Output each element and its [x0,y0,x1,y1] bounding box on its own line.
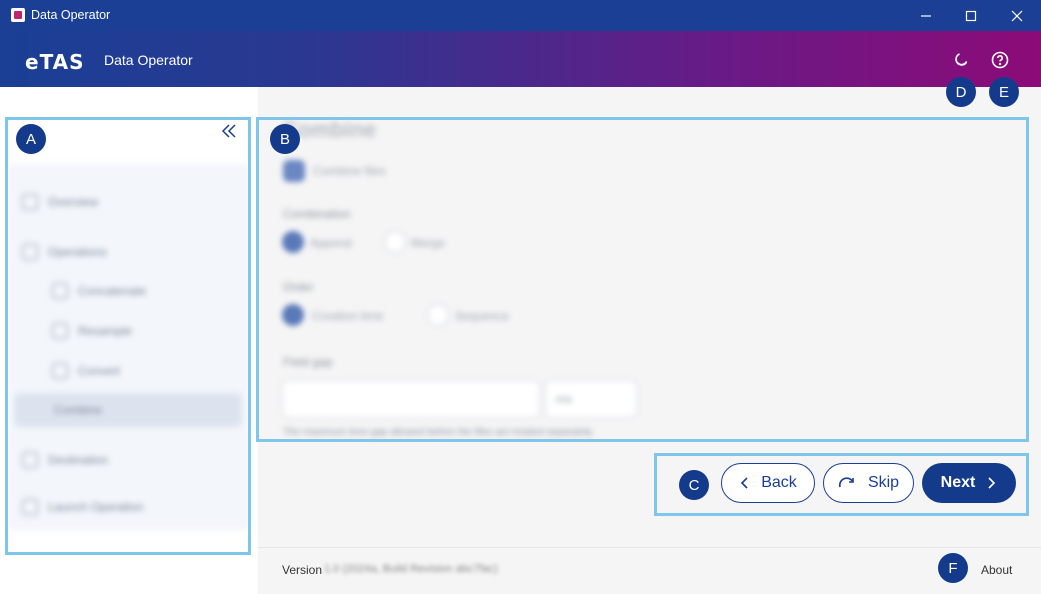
marker-f: F [938,553,968,583]
version-label: Version [282,563,323,577]
etas-logo: eTAS [25,50,85,74]
marker-b: B [270,124,300,154]
maximize-button[interactable] [948,0,994,31]
marker-d: D [946,77,976,107]
help-icon [991,51,1009,69]
maximize-icon [965,10,977,21]
dark-mode-button[interactable] [949,48,973,72]
marker-a: A [16,124,46,154]
highlight-content [256,117,1029,442]
moon-icon [955,53,968,66]
app-icon [11,8,25,22]
marker-e: E [989,77,1019,107]
version-value: 1.0 (2024a, Build Revision abc7fac) [324,563,498,575]
close-button[interactable] [994,0,1040,31]
close-icon [1011,10,1023,21]
highlight-sidebar [5,117,251,555]
about-link[interactable]: About [981,563,1012,577]
window-title: Data Operator [31,8,111,22]
help-button[interactable] [988,48,1012,72]
app-title: Data Operator [104,52,193,68]
highlight-buttons [654,453,1029,516]
app-header: eTAS Data Operator [0,31,1041,87]
minimize-button[interactable] [903,0,949,31]
window-titlebar: Data Operator [0,0,1041,31]
marker-c: C [679,470,709,500]
minimize-icon [921,14,931,17]
